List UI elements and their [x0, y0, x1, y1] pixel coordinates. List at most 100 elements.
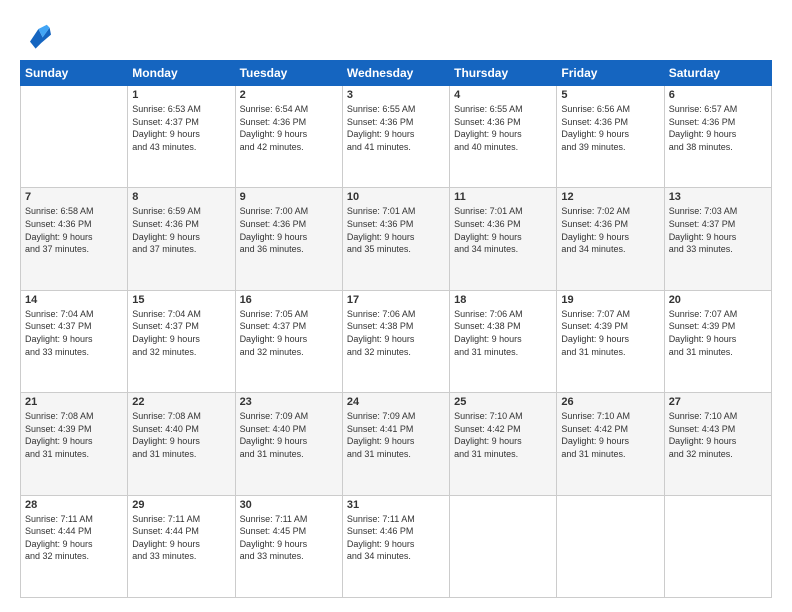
day-number: 26	[561, 396, 659, 408]
day-cell: 17 Sunrise: 7:06 AMSunset: 4:38 PMDayligh…	[342, 290, 449, 392]
day-info: Sunrise: 7:10 AMSunset: 4:43 PMDaylight:…	[669, 410, 767, 460]
day-number: 14	[25, 294, 123, 306]
week-row-3: 14 Sunrise: 7:04 AMSunset: 4:37 PMDayligh…	[21, 290, 772, 392]
day-cell	[557, 495, 664, 597]
day-cell: 10 Sunrise: 7:01 AMSunset: 4:36 PMDayligh…	[342, 188, 449, 290]
day-cell: 7 Sunrise: 6:58 AMSunset: 4:36 PMDaylight…	[21, 188, 128, 290]
day-number: 3	[347, 89, 445, 101]
day-number: 7	[25, 191, 123, 203]
day-cell: 25 Sunrise: 7:10 AMSunset: 4:42 PMDayligh…	[450, 393, 557, 495]
day-info: Sunrise: 7:08 AMSunset: 4:40 PMDaylight:…	[132, 410, 230, 460]
day-cell: 28 Sunrise: 7:11 AMSunset: 4:44 PMDayligh…	[21, 495, 128, 597]
col-header-saturday: Saturday	[664, 61, 771, 86]
day-info: Sunrise: 6:56 AMSunset: 4:36 PMDaylight:…	[561, 103, 659, 153]
week-row-2: 7 Sunrise: 6:58 AMSunset: 4:36 PMDaylight…	[21, 188, 772, 290]
day-number: 12	[561, 191, 659, 203]
day-cell: 11 Sunrise: 7:01 AMSunset: 4:36 PMDayligh…	[450, 188, 557, 290]
day-info: Sunrise: 7:02 AMSunset: 4:36 PMDaylight:…	[561, 205, 659, 255]
day-cell: 13 Sunrise: 7:03 AMSunset: 4:37 PMDayligh…	[664, 188, 771, 290]
day-info: Sunrise: 7:04 AMSunset: 4:37 PMDaylight:…	[25, 308, 123, 358]
day-info: Sunrise: 7:11 AMSunset: 4:46 PMDaylight:…	[347, 513, 445, 563]
day-info: Sunrise: 7:11 AMSunset: 4:45 PMDaylight:…	[240, 513, 338, 563]
day-number: 18	[454, 294, 552, 306]
day-number: 10	[347, 191, 445, 203]
day-info: Sunrise: 7:09 AMSunset: 4:40 PMDaylight:…	[240, 410, 338, 460]
day-info: Sunrise: 7:00 AMSunset: 4:36 PMDaylight:…	[240, 205, 338, 255]
day-info: Sunrise: 7:11 AMSunset: 4:44 PMDaylight:…	[132, 513, 230, 563]
day-number: 25	[454, 396, 552, 408]
col-header-monday: Monday	[128, 61, 235, 86]
day-number: 2	[240, 89, 338, 101]
day-cell: 20 Sunrise: 7:07 AMSunset: 4:39 PMDayligh…	[664, 290, 771, 392]
col-header-thursday: Thursday	[450, 61, 557, 86]
day-number: 31	[347, 499, 445, 511]
day-info: Sunrise: 7:06 AMSunset: 4:38 PMDaylight:…	[347, 308, 445, 358]
day-number: 17	[347, 294, 445, 306]
day-number: 23	[240, 396, 338, 408]
day-number: 8	[132, 191, 230, 203]
logo	[20, 22, 51, 50]
day-number: 24	[347, 396, 445, 408]
day-number: 1	[132, 89, 230, 101]
day-number: 28	[25, 499, 123, 511]
day-info: Sunrise: 7:06 AMSunset: 4:38 PMDaylight:…	[454, 308, 552, 358]
day-cell: 29 Sunrise: 7:11 AMSunset: 4:44 PMDayligh…	[128, 495, 235, 597]
day-number: 30	[240, 499, 338, 511]
day-cell: 31 Sunrise: 7:11 AMSunset: 4:46 PMDayligh…	[342, 495, 449, 597]
day-cell	[21, 86, 128, 188]
day-info: Sunrise: 7:10 AMSunset: 4:42 PMDaylight:…	[561, 410, 659, 460]
day-number: 16	[240, 294, 338, 306]
day-info: Sunrise: 7:07 AMSunset: 4:39 PMDaylight:…	[561, 308, 659, 358]
day-number: 29	[132, 499, 230, 511]
day-number: 15	[132, 294, 230, 306]
col-header-friday: Friday	[557, 61, 664, 86]
day-cell: 22 Sunrise: 7:08 AMSunset: 4:40 PMDayligh…	[128, 393, 235, 495]
day-cell: 6 Sunrise: 6:57 AMSunset: 4:36 PMDaylight…	[664, 86, 771, 188]
day-cell: 1Sunrise: 6:53 AMSunset: 4:37 PMDaylight…	[128, 86, 235, 188]
day-number: 5	[561, 89, 659, 101]
col-header-sunday: Sunday	[21, 61, 128, 86]
day-cell: 2Sunrise: 6:54 AMSunset: 4:36 PMDaylight…	[235, 86, 342, 188]
day-cell	[664, 495, 771, 597]
day-info: Sunrise: 7:11 AMSunset: 4:44 PMDaylight:…	[25, 513, 123, 563]
day-info: Sunrise: 7:09 AMSunset: 4:41 PMDaylight:…	[347, 410, 445, 460]
col-header-wednesday: Wednesday	[342, 61, 449, 86]
day-number: 21	[25, 396, 123, 408]
header	[20, 18, 772, 50]
day-info: Sunrise: 7:08 AMSunset: 4:39 PMDaylight:…	[25, 410, 123, 460]
day-info: Sunrise: 7:07 AMSunset: 4:39 PMDaylight:…	[669, 308, 767, 358]
day-number: 19	[561, 294, 659, 306]
day-cell: 30 Sunrise: 7:11 AMSunset: 4:45 PMDayligh…	[235, 495, 342, 597]
calendar-header-row: SundayMondayTuesdayWednesdayThursdayFrid…	[21, 61, 772, 86]
day-info: Sunrise: 7:04 AMSunset: 4:37 PMDaylight:…	[132, 308, 230, 358]
day-cell: 15 Sunrise: 7:04 AMSunset: 4:37 PMDayligh…	[128, 290, 235, 392]
day-number: 11	[454, 191, 552, 203]
week-row-1: 1Sunrise: 6:53 AMSunset: 4:37 PMDaylight…	[21, 86, 772, 188]
day-cell: 5 Sunrise: 6:56 AMSunset: 4:36 PMDaylight…	[557, 86, 664, 188]
day-info: Sunrise: 6:55 AMSunset: 4:36 PMDaylight:…	[454, 103, 552, 153]
page: SundayMondayTuesdayWednesdayThursdayFrid…	[0, 0, 792, 612]
day-number: 20	[669, 294, 767, 306]
day-number: 13	[669, 191, 767, 203]
day-cell	[450, 495, 557, 597]
day-info: Sunrise: 6:57 AMSunset: 4:36 PMDaylight:…	[669, 103, 767, 153]
day-info: Sunrise: 7:05 AMSunset: 4:37 PMDaylight:…	[240, 308, 338, 358]
day-number: 22	[132, 396, 230, 408]
col-header-tuesday: Tuesday	[235, 61, 342, 86]
day-info: Sunrise: 6:55 AMSunset: 4:36 PMDaylight:…	[347, 103, 445, 153]
day-cell: 3 Sunrise: 6:55 AMSunset: 4:36 PMDaylight…	[342, 86, 449, 188]
day-number: 6	[669, 89, 767, 101]
logo-bird-icon	[23, 22, 51, 50]
calendar-table: SundayMondayTuesdayWednesdayThursdayFrid…	[20, 60, 772, 598]
day-cell: 14 Sunrise: 7:04 AMSunset: 4:37 PMDayligh…	[21, 290, 128, 392]
day-info: Sunrise: 7:01 AMSunset: 4:36 PMDaylight:…	[454, 205, 552, 255]
day-cell: 9Sunrise: 7:00 AMSunset: 4:36 PMDaylight…	[235, 188, 342, 290]
day-info: Sunrise: 6:58 AMSunset: 4:36 PMDaylight:…	[25, 205, 123, 255]
day-cell: 12 Sunrise: 7:02 AMSunset: 4:36 PMDayligh…	[557, 188, 664, 290]
day-cell: 27 Sunrise: 7:10 AMSunset: 4:43 PMDayligh…	[664, 393, 771, 495]
day-cell: 23 Sunrise: 7:09 AMSunset: 4:40 PMDayligh…	[235, 393, 342, 495]
day-info: Sunrise: 7:01 AMSunset: 4:36 PMDaylight:…	[347, 205, 445, 255]
day-info: Sunrise: 7:10 AMSunset: 4:42 PMDaylight:…	[454, 410, 552, 460]
day-number: 27	[669, 396, 767, 408]
day-info: Sunrise: 7:03 AMSunset: 4:37 PMDaylight:…	[669, 205, 767, 255]
